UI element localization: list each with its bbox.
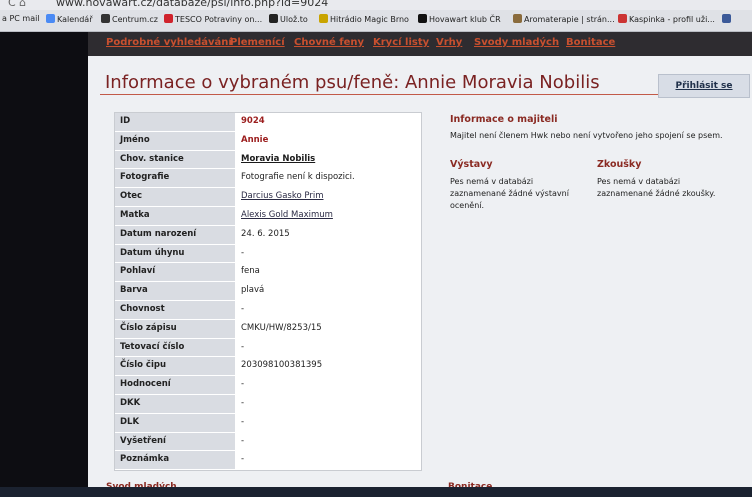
address-url[interactable]: www.hovawart.cz/databaze/psi/info.php?id… (56, 0, 328, 9)
table-row: Pohlaví fena (115, 263, 421, 283)
table-row: DLK - (115, 413, 421, 433)
nav-chovne-feny[interactable]: Chovné feny (294, 37, 364, 48)
nav-bonitace[interactable]: Bonitace (566, 37, 615, 48)
kaspinka-icon (618, 14, 627, 23)
page-content: Podrobné vyhledávání Plemenící Chovné fe… (88, 32, 752, 492)
table-row: Otec Darcius Gasko Prim (115, 188, 421, 207)
ulozto-icon (269, 14, 278, 23)
bookmark-item[interactable] (722, 14, 733, 24)
table-row: Chov. stanice Moravia Nobilis (115, 150, 421, 170)
kennel-link[interactable]: Moravia Nobilis (241, 151, 315, 168)
centrum-icon (101, 14, 110, 23)
father-link[interactable]: Darcius Gasko Prim (241, 188, 323, 205)
nav-kryci-listy[interactable]: Krycí listy (373, 37, 429, 48)
nav-plemenici[interactable]: Plemenící (230, 37, 285, 48)
mother-link[interactable]: Alexis Gold Maximum (241, 207, 333, 224)
table-row: Datum narození 24. 6. 2015 (115, 225, 421, 245)
bookmark-item[interactable]: Hitrádio Magic Brno (319, 14, 409, 24)
bookmark-item[interactable]: Kalendář (46, 14, 93, 24)
bookmark-item[interactable]: a PC mail (2, 14, 40, 23)
reload-icon[interactable]: C ⌂ (8, 0, 26, 9)
title-divider (100, 94, 662, 95)
table-row: Datum úhynu - (115, 244, 421, 264)
bookmark-item[interactable]: TESCO Potraviny on... (164, 14, 262, 24)
table-row: Tetovací číslo - (115, 338, 421, 358)
table-row: Matka Alexis Gold Maximum (115, 206, 421, 226)
shows-heading: Výstavy (450, 159, 493, 170)
nav-vrhy[interactable]: Vrhy (436, 37, 462, 48)
table-row: Jméno Annie (115, 131, 421, 151)
exams-heading: Zkoušky (597, 159, 642, 170)
table-row: Fotografie Fotografie není k dispozici. (115, 169, 421, 189)
table-row: Hodnocení - (115, 376, 421, 395)
page-title: Informace o vybraném psu/feně: Annie Mor… (105, 72, 600, 93)
bookmark-item[interactable]: Centrum.cz (101, 14, 158, 24)
login-button[interactable]: Přihlásit se (658, 74, 750, 98)
table-row: ID 9024 (115, 113, 421, 132)
table-row: Barva plavá (115, 282, 421, 301)
bookmark-item[interactable]: Ulož.to (269, 14, 308, 24)
table-row: Vyšetření - (115, 432, 421, 452)
exams-text: Pes nemá v databázi zaznamenané žádné zk… (597, 177, 716, 198)
facebook-icon (722, 14, 731, 23)
nav-podrobne-vyhledavani[interactable]: Podrobné vyhledávání (106, 37, 232, 48)
hovawart-icon (418, 14, 427, 23)
calendar-icon (46, 14, 55, 23)
owner-text: Majitel není členem Hwk nebo není vytvoř… (450, 131, 723, 140)
radio-icon (319, 14, 328, 23)
bookmarks-bar: a PC mail Kalendář Centrum.cz TESCO Potr… (0, 10, 752, 32)
main-navigation: Podrobné vyhledávání Plemenící Chovné fe… (88, 32, 752, 56)
bookmark-item[interactable]: Aromaterapie | strán... (513, 14, 615, 24)
table-row: Chovnost - (115, 300, 421, 320)
dark-side-panel (0, 32, 88, 497)
table-row: Číslo zápisu CMKU/HW/8253/15 (115, 319, 421, 339)
bookmark-item[interactable]: Kaspinka - profil uži... (618, 14, 715, 24)
aroma-icon (513, 14, 522, 23)
table-row: Číslo čipu 203098100381395 (115, 357, 421, 377)
shows-text: Pes nemá v databázi zaznamenané žádné vý… (450, 177, 569, 210)
bookmark-item[interactable]: Hovawart klub ČR (418, 14, 501, 24)
browser-address-bar[interactable]: C ⌂ www.hovawart.cz/databaze/psi/info.ph… (0, 0, 752, 10)
nav-svody-mladych[interactable]: Svody mladých (474, 37, 559, 48)
table-row: DKK - (115, 394, 421, 414)
table-row: Poznámka - (115, 451, 421, 471)
owner-heading: Informace o majiteli (450, 114, 558, 125)
dog-details-table: ID 9024 Jméno Annie Chov. stanice Moravia N… (114, 112, 422, 472)
taskbar (0, 487, 752, 497)
tesco-icon (164, 14, 173, 23)
